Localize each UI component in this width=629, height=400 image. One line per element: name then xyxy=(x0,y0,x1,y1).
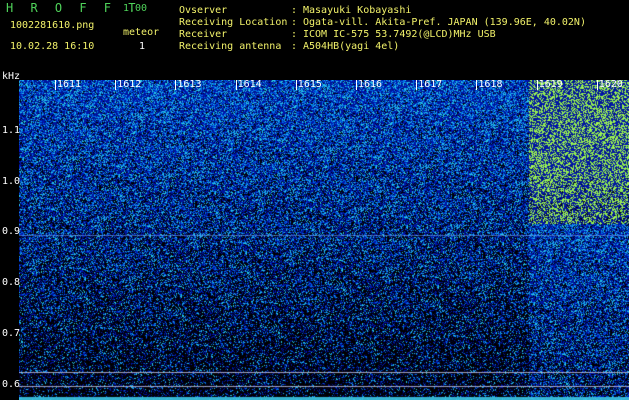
location-value: Ogata-vill. Akita-Pref. JAPAN (139.96E, … xyxy=(303,17,586,28)
x-tick-mark xyxy=(536,80,538,90)
antenna-sep: : xyxy=(291,41,298,52)
file-name: 1002281610.png xyxy=(10,20,95,31)
x-tick-label: 1618 xyxy=(478,79,503,90)
x-tick-mark xyxy=(596,80,598,90)
x-tick-mark xyxy=(356,80,357,90)
observer-value: Masayuki Kobayashi xyxy=(303,5,412,16)
location-key: Receiving Location xyxy=(179,17,288,28)
x-tick-label: 1615 xyxy=(297,79,322,90)
x-tick-mark xyxy=(416,80,418,90)
location-sep: : xyxy=(291,17,298,28)
x-tick-mark xyxy=(115,80,117,90)
spectrogram xyxy=(19,80,629,400)
y-tick-label: 0.6 xyxy=(2,378,21,390)
y-unit-label: kHz xyxy=(2,71,21,82)
x-tick-label: 1614 xyxy=(237,79,262,90)
count-label: meteor xyxy=(123,27,160,38)
x-tick-label: 1619 xyxy=(538,79,563,90)
receiver-sep: : xyxy=(291,29,298,40)
y-tick-label: 0.7 xyxy=(2,327,21,339)
meteor-count: 1 xyxy=(139,41,146,52)
header-panel: H R O F F T 1.00 1002281610.png meteor 1… xyxy=(0,0,629,78)
x-tick-mark xyxy=(235,80,237,90)
x-tick-label: 1617 xyxy=(418,79,443,90)
antenna-value: A504HB(yagi 4el) xyxy=(303,41,400,52)
x-tick-mark xyxy=(55,80,56,90)
app-version: 1.00 xyxy=(123,3,148,14)
antenna-row: Receiving antenna: A504HB(yagi 4el) xyxy=(179,41,399,53)
x-tick-mark xyxy=(476,80,478,90)
x-tick-label: 1611 xyxy=(57,79,82,90)
x-tick-label: 1612 xyxy=(117,79,142,90)
x-tick-label: 1620 xyxy=(598,79,623,90)
observer-row: Ovserver: Masayuki Kobayashi xyxy=(179,5,411,17)
x-tick-label: 1616 xyxy=(358,79,383,90)
x-tick-mark xyxy=(175,80,177,90)
y-tick-label: 0.9 xyxy=(2,226,21,238)
observer-sep: : xyxy=(291,5,298,16)
y-tick-label: 1.0 xyxy=(2,175,21,187)
x-tick-mark xyxy=(295,80,297,90)
location-row: Receiving Location: Ogata-vill. Akita-Pre… xyxy=(179,17,586,29)
capture-datetime: 10.02.28 16:10 xyxy=(10,41,95,52)
y-tick-label: 0.8 xyxy=(2,277,21,289)
observer-key: Ovserver xyxy=(179,5,228,16)
receiver-value: ICOM IC-575 53.7492(@LCD)MHz USB xyxy=(303,29,496,40)
antenna-key: Receiving antenna xyxy=(179,41,282,52)
x-tick-label: 1613 xyxy=(177,79,202,90)
app-title: H R O F F T xyxy=(6,1,141,15)
receiver-key: Receiver xyxy=(179,29,228,40)
y-tick-label: 1.1 xyxy=(2,124,21,136)
receiver-row: Receiver: ICOM IC-575 53.7492(@LCD)MHz US… xyxy=(179,29,496,41)
